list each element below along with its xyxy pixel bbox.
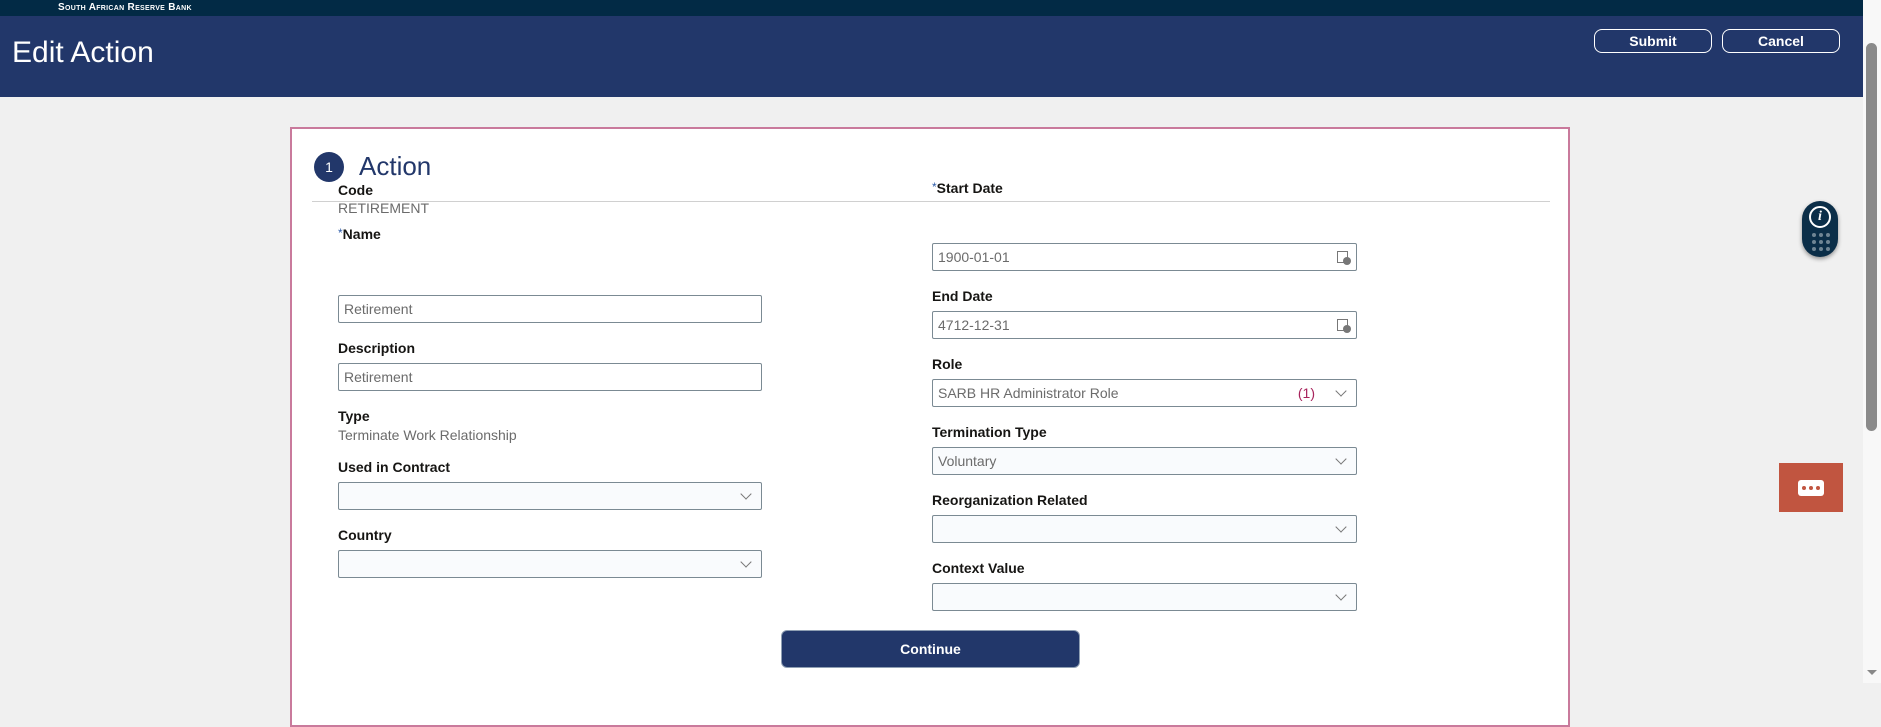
scrollbar-thumb[interactable] (1866, 43, 1877, 431)
chevron-down-icon (1335, 385, 1347, 397)
reorganization-related-select[interactable] (932, 515, 1357, 543)
end-date-input[interactable]: 4712-12-31 (932, 311, 1357, 339)
chevron-down-icon (1335, 589, 1347, 601)
role-label: Role (932, 356, 963, 372)
cancel-button[interactable]: Cancel (1722, 29, 1840, 53)
submit-button[interactable]: Submit (1594, 29, 1712, 53)
name-input[interactable]: Retirement (338, 295, 762, 323)
section-title: Action (359, 151, 432, 181)
chevron-down-icon (740, 556, 752, 568)
continue-button[interactable]: Continue (781, 630, 1080, 668)
reorganization-related-label: Reorganization Related (932, 492, 1088, 508)
brand-name: South African Reserve Bank (58, 2, 192, 13)
used-in-contract-label: Used in Contract (338, 459, 451, 475)
info-widget[interactable]: i (1802, 201, 1838, 257)
scroll-down-arrow-icon[interactable] (1867, 670, 1877, 675)
step-number-badge: 1 (314, 152, 344, 182)
name-label: *Name (338, 226, 381, 242)
calendar-icon[interactable] (1337, 250, 1351, 265)
end-date-label: End Date (932, 288, 993, 304)
vertical-scrollbar[interactable] (1863, 0, 1881, 683)
country-select[interactable] (338, 550, 762, 578)
info-icon[interactable]: i (1809, 206, 1831, 228)
role-count-badge: (1) (1297, 385, 1315, 401)
grid-dots-icon[interactable] (1812, 233, 1830, 251)
chat-button[interactable] (1779, 463, 1843, 512)
chat-bubble-icon (1798, 479, 1824, 496)
context-value-select[interactable] (932, 583, 1357, 611)
calendar-icon[interactable] (1337, 318, 1351, 333)
termination-type-select[interactable]: Voluntary (932, 447, 1357, 475)
chevron-down-icon (740, 488, 752, 500)
description-label: Description (338, 340, 416, 356)
section-divider (312, 201, 1550, 202)
code-value: RETIREMENT (338, 200, 429, 216)
start-date-label: *Start Date (932, 180, 1003, 196)
termination-type-label: Termination Type (932, 424, 1047, 440)
start-date-input[interactable]: 1900-01-01 (932, 243, 1357, 271)
chevron-down-icon (1335, 453, 1347, 465)
used-in-contract-select[interactable] (338, 482, 762, 510)
type-value: Terminate Work Relationship (338, 427, 517, 443)
code-label: Code (338, 182, 373, 198)
page-header: Edit Action Submit Cancel (0, 16, 1863, 97)
role-select[interactable]: SARB HR Administrator Role (1) (932, 379, 1357, 407)
type-label: Type (338, 408, 370, 424)
page-title: Edit Action (12, 36, 154, 69)
country-label: Country (338, 527, 392, 543)
chevron-down-icon (1335, 521, 1347, 533)
description-input[interactable]: Retirement (338, 363, 762, 391)
context-value-label: Context Value (932, 560, 1025, 576)
action-section-card: 1 Action Code RETIREMENT *Name Retiremen… (290, 127, 1570, 727)
top-brand-bar: South African Reserve Bank (0, 0, 1863, 16)
